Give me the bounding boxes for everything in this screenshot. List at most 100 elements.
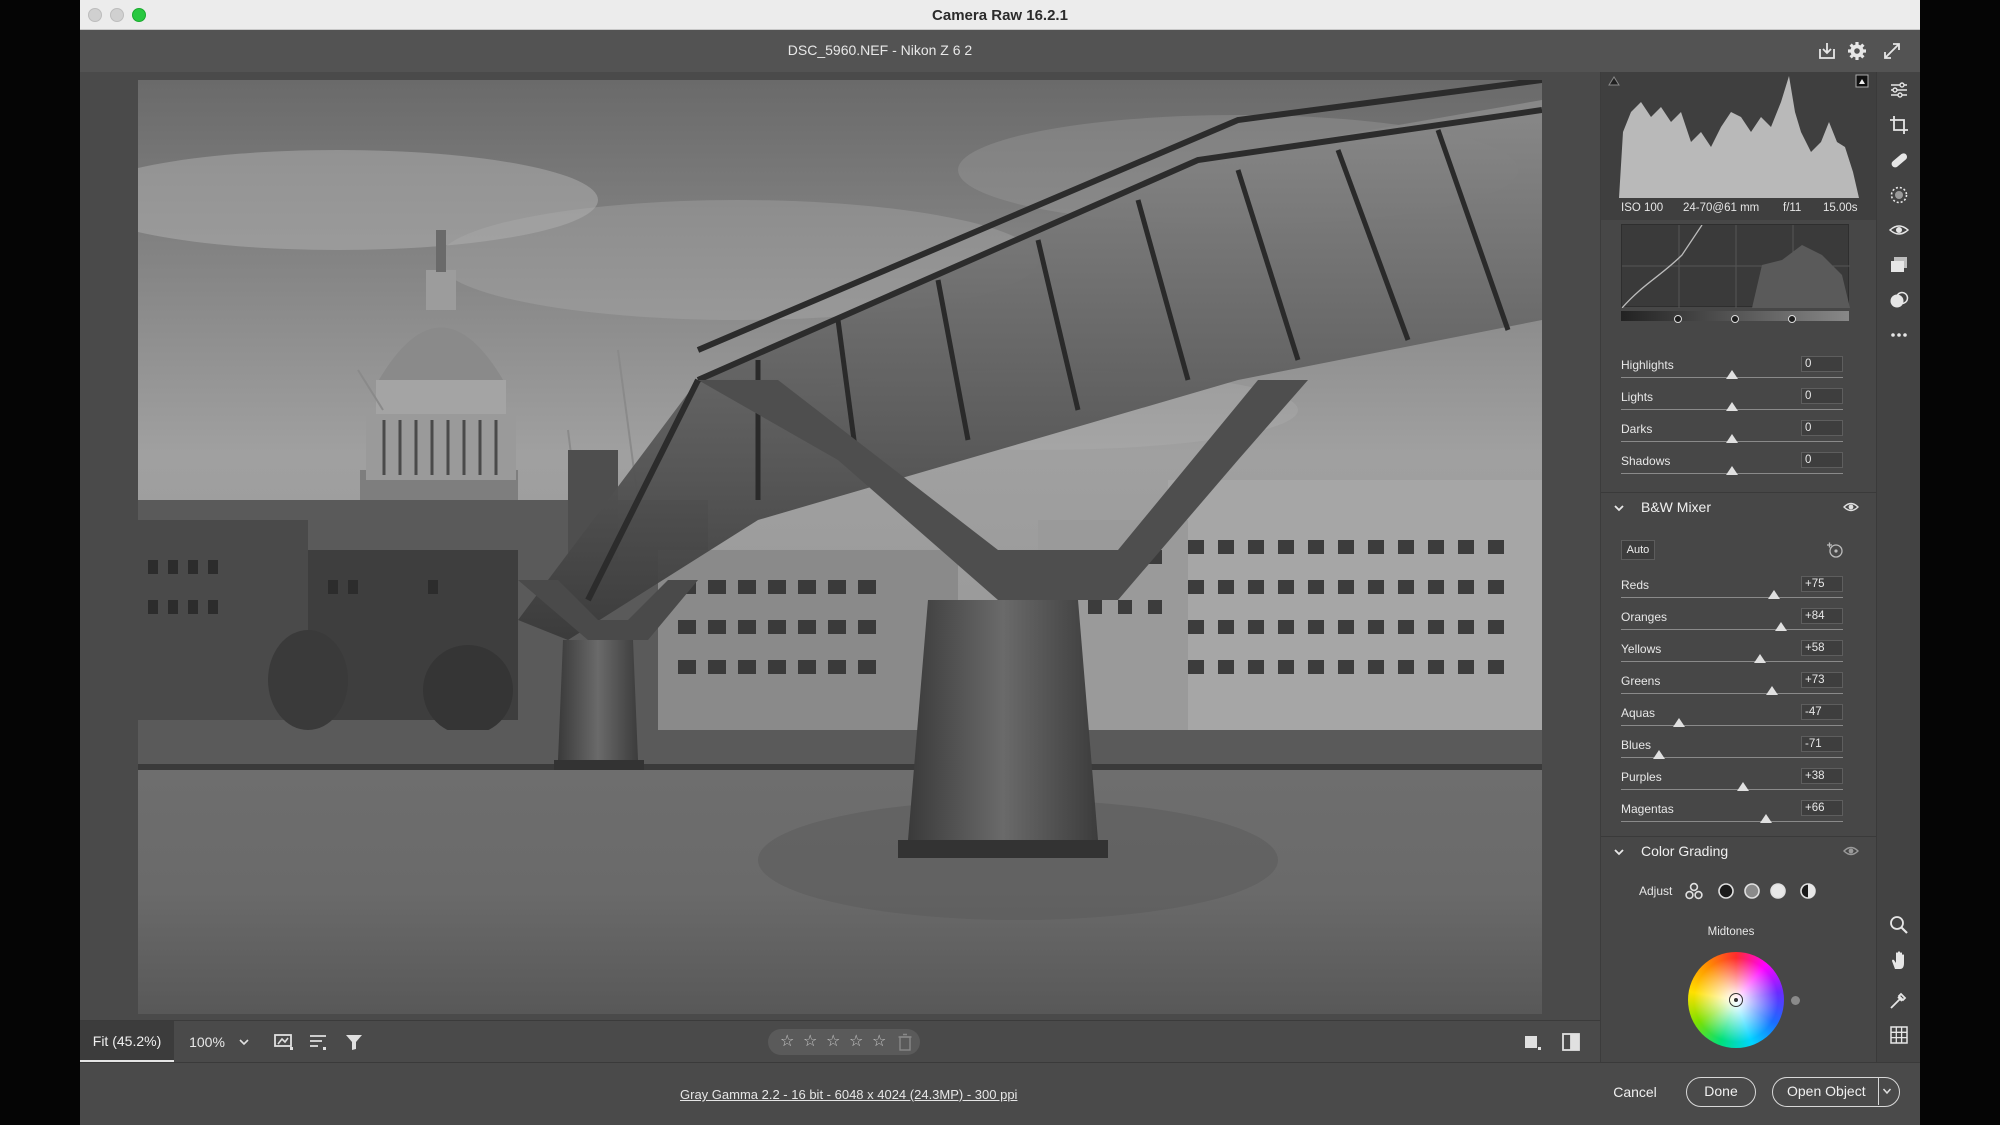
curve-slider-thumb[interactable] <box>1726 466 1738 475</box>
save-icon[interactable] <box>1815 39 1839 63</box>
edit-icon[interactable] <box>1888 79 1910 101</box>
shadow-clipping-icon[interactable] <box>1607 74 1621 88</box>
bw-mixer-slider-value[interactable]: +38 <box>1801 768 1843 784</box>
open-options-chevron-icon[interactable] <box>1882 1086 1892 1096</box>
highlights-wheel-icon[interactable] <box>1769 882 1787 900</box>
rating-star-5[interactable]: ☆ <box>872 1032 886 1052</box>
curve-slider-value[interactable]: 0 <box>1801 356 1843 372</box>
bw-mixer-slider-value[interactable]: -47 <box>1801 704 1843 720</box>
collapse-chevron-icon[interactable] <box>1613 502 1625 514</box>
zoom-icon[interactable] <box>1888 914 1910 936</box>
curve-slider-value[interactable]: 0 <box>1801 420 1843 436</box>
presets-icon[interactable] <box>1888 289 1910 311</box>
bw-mixer-slider-value[interactable]: +75 <box>1801 576 1843 592</box>
hand-icon[interactable] <box>1888 949 1910 971</box>
bw-mixer-slider-value[interactable]: +84 <box>1801 608 1843 624</box>
bw-mixer-slider-thumb[interactable] <box>1737 782 1750 791</box>
star-rating[interactable]: ☆ ☆ ☆ ☆ ☆ <box>768 1029 920 1055</box>
midtones-wheel-icon[interactable] <box>1743 882 1761 900</box>
bw-mixer-slider-thumb[interactable] <box>1672 718 1685 727</box>
single-view-icon[interactable] <box>1522 1033 1542 1051</box>
done-button[interactable]: Done <box>1686 1077 1756 1107</box>
bw-mixer-slider-value[interactable]: -71 <box>1801 736 1843 752</box>
curve-slider-value[interactable]: 0 <box>1801 388 1843 404</box>
bw-mixer-slider-track[interactable] <box>1621 661 1843 662</box>
bw-mixer-header[interactable]: B&W Mixer <box>1601 492 1877 522</box>
color-grading-header[interactable]: Color Grading <box>1601 836 1877 866</box>
bw-mixer-slider-track[interactable] <box>1621 597 1843 598</box>
before-after-view-icon[interactable] <box>1560 1031 1582 1053</box>
shadows-wheel-icon[interactable] <box>1717 882 1735 900</box>
masking-icon[interactable] <box>1888 184 1910 206</box>
curve-slider-row: Darks 0 <box>1601 420 1877 447</box>
three-way-view-icon[interactable] <box>1685 882 1703 900</box>
snapshots-icon[interactable] <box>1888 254 1910 276</box>
crop-icon[interactable] <box>1888 114 1910 136</box>
grid-icon[interactable] <box>1888 1024 1910 1046</box>
bw-mixer-slider-track[interactable] <box>1621 725 1843 726</box>
healing-icon[interactable] <box>1888 149 1910 171</box>
workflow-options-link[interactable]: Gray Gamma 2.2 - 16 bit - 6048 x 4024 (2… <box>680 1087 1017 1102</box>
bw-mixer-slider-track[interactable] <box>1621 693 1843 694</box>
header-bar: DSC_5960.NEF - Nikon Z 6 2 <box>80 30 1920 72</box>
bw-mixer-slider-value[interactable]: +73 <box>1801 672 1843 688</box>
edit-panel: ISO 100 24-70@61 mm f/11 15.00s Highligh… <box>1600 72 1877 1062</box>
cancel-button[interactable]: Cancel <box>1600 1077 1670 1107</box>
visibility-eye-icon[interactable] <box>1843 844 1859 858</box>
filter-icon[interactable] <box>342 1030 366 1054</box>
bw-mixer-slider-label: Aquas <box>1621 706 1656 720</box>
bw-mixer-slider-track[interactable] <box>1621 789 1843 790</box>
rating-star-1[interactable]: ☆ <box>780 1032 794 1052</box>
trash-icon[interactable] <box>898 1033 912 1051</box>
fullscreen-icon[interactable] <box>1880 39 1904 63</box>
zoom-100-button[interactable]: 100% <box>180 1021 234 1063</box>
window-title: Camera Raw 16.2.1 <box>932 7 1068 24</box>
settings-gear-icon[interactable] <box>1845 39 1869 63</box>
zoom-fit-button[interactable]: Fit (45.2%) <box>80 1021 174 1063</box>
curve-region-slider[interactable] <box>1621 311 1849 323</box>
global-wheel-icon[interactable] <box>1799 882 1817 900</box>
open-object-button[interactable]: Open Object <box>1772 1077 1900 1107</box>
bw-mixer-slider-thumb[interactable] <box>1774 622 1787 631</box>
highlight-clipping-icon[interactable] <box>1855 74 1869 88</box>
curve-slider-row: Shadows 0 <box>1601 452 1877 479</box>
curve-slider-row: Lights 0 <box>1601 388 1877 415</box>
bw-mixer-slider-value[interactable]: +58 <box>1801 640 1843 656</box>
curve-slider-thumb[interactable] <box>1726 402 1738 411</box>
auto-button[interactable]: Auto <box>1621 540 1655 560</box>
bw-mixer-slider-track[interactable] <box>1621 629 1843 630</box>
filmstrip-icon[interactable] <box>272 1030 296 1054</box>
bw-mixer-slider-row: Magentas +66 <box>1601 800 1877 827</box>
bw-mixer-slider-label: Greens <box>1621 674 1661 688</box>
curve-slider-value[interactable]: 0 <box>1801 452 1843 468</box>
midtones-color-wheel[interactable] <box>1688 952 1784 1048</box>
bw-mixer-slider-thumb[interactable] <box>1765 686 1778 695</box>
color-wheel-handle[interactable] <box>1729 993 1743 1007</box>
bw-mixer-slider-thumb[interactable] <box>1652 750 1665 759</box>
sort-icon[interactable] <box>306 1030 330 1054</box>
red-eye-icon[interactable] <box>1888 219 1910 241</box>
rating-star-2[interactable]: ☆ <box>803 1032 817 1052</box>
more-icon[interactable] <box>1888 324 1910 346</box>
visibility-eye-icon[interactable] <box>1843 500 1859 514</box>
curve-slider-thumb[interactable] <box>1726 434 1738 443</box>
curve-slider-thumb[interactable] <box>1726 370 1738 379</box>
bw-mixer-slider-thumb[interactable] <box>1753 654 1766 663</box>
image-preview-area[interactable] <box>80 72 1600 1020</box>
bw-mixer-slider-row: Blues -71 <box>1601 736 1877 763</box>
tone-curve[interactable] <box>1611 224 1863 324</box>
tone-curve-graph[interactable] <box>1621 224 1850 309</box>
bw-mixer-slider-thumb[interactable] <box>1767 590 1780 599</box>
targeted-adjustment-icon[interactable] <box>1825 540 1845 560</box>
rating-star-3[interactable]: ☆ <box>826 1032 840 1052</box>
zoom-dropdown-chevron-icon[interactable] <box>238 1036 250 1048</box>
bw-mixer-slider-row: Aquas -47 <box>1601 704 1877 731</box>
photo-preview[interactable] <box>138 80 1542 1014</box>
rating-star-4[interactable]: ☆ <box>849 1032 863 1052</box>
color-sampler-icon[interactable] <box>1888 989 1910 1011</box>
bw-mixer-slider-value[interactable]: +66 <box>1801 800 1843 816</box>
bw-mixer-slider-track[interactable] <box>1621 821 1843 822</box>
bw-mixer-slider-thumb[interactable] <box>1760 814 1773 823</box>
luminance-handle[interactable] <box>1791 996 1800 1005</box>
collapse-chevron-icon[interactable] <box>1613 846 1625 858</box>
